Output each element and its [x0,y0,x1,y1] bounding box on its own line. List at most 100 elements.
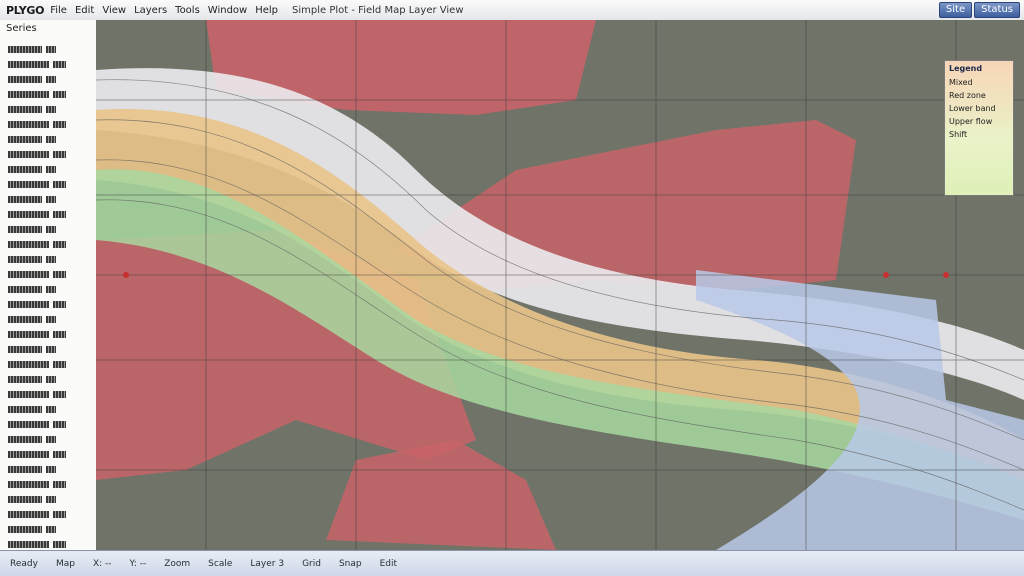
series-label-placeholder [8,46,42,53]
series-row[interactable] [8,434,56,445]
series-label-placeholder [8,271,49,278]
series-row[interactable] [8,164,56,175]
series-row[interactable] [8,209,66,220]
menu-bar: File Edit View Layers Tools Window Help [50,5,278,16]
legend-item: Lower band [949,104,996,113]
series-label-placeholder [8,106,42,113]
menu-edit[interactable]: Edit [75,5,94,16]
series-row[interactable] [8,89,66,100]
menu-tools[interactable]: Tools [175,5,200,16]
series-label-placeholder [8,301,49,308]
series-row[interactable] [8,449,66,460]
series-row[interactable] [8,269,66,280]
menu-layers[interactable]: Layers [134,5,167,16]
status-item: Grid [302,558,321,569]
legend-item: Red zone [949,91,986,100]
series-value-placeholder [53,91,66,98]
series-label-placeholder [8,436,42,443]
series-label-placeholder [8,226,42,233]
series-row[interactable] [8,479,66,490]
series-row[interactable] [8,524,56,535]
series-value-placeholder [46,526,56,533]
series-row[interactable] [8,284,56,295]
series-row[interactable] [8,359,66,370]
series-row[interactable] [8,149,66,160]
series-row[interactable] [8,74,56,85]
series-label-placeholder [8,331,49,338]
series-value-placeholder [46,466,56,473]
series-row[interactable] [8,254,56,265]
series-row[interactable] [8,509,66,520]
title-buttons: Site Status [938,2,1020,18]
series-row[interactable] [8,374,56,385]
series-label-placeholder [8,136,42,143]
site-button[interactable]: Site [938,2,973,18]
status-item: Y: -- [129,558,147,569]
status-button[interactable]: Status [974,2,1020,18]
series-label-placeholder [8,466,42,473]
series-value-placeholder [46,76,56,83]
region-red-bottom [326,440,556,550]
series-value-placeholder [46,196,56,203]
series-value-placeholder [53,541,66,548]
series-row[interactable] [8,104,56,115]
series-value-placeholder [53,301,66,308]
series-label-placeholder [8,316,42,323]
menu-view[interactable]: View [102,5,126,16]
series-label-placeholder [8,61,49,68]
legend-item: Mixed [949,78,973,87]
series-value-placeholder [53,181,66,188]
series-row[interactable] [8,224,56,235]
status-item: Map [55,558,75,569]
series-label-placeholder [8,511,49,518]
series-row[interactable] [8,464,56,475]
series-value-placeholder [53,391,66,398]
series-row[interactable] [8,539,66,550]
status-item: Zoom [164,558,191,569]
series-label-placeholder [8,391,49,398]
series-row[interactable] [8,314,56,325]
series-value-placeholder [46,496,56,503]
series-row[interactable] [8,344,56,355]
status-item: Snap [338,558,362,569]
series-label-placeholder [8,451,49,458]
series-value-placeholder [46,226,56,233]
title-bar: PLYGO File Edit View Layers Tools Window… [0,0,1024,21]
series-value-placeholder [46,286,56,293]
status-bar: Ready Map X: -- Y: -- Zoom Scale Layer 3… [0,550,1024,576]
series-value-placeholder [46,136,56,143]
status-item: Ready [10,558,38,569]
menu-window[interactable]: Window [208,5,247,16]
series-row[interactable] [8,119,66,130]
series-row[interactable] [8,134,56,145]
series-row[interactable] [8,419,66,430]
series-value-placeholder [53,481,66,488]
series-row[interactable] [8,299,66,310]
series-label-placeholder [8,526,42,533]
menu-help[interactable]: Help [255,5,278,16]
series-row[interactable] [8,404,56,415]
series-row[interactable] [8,239,66,250]
map-canvas[interactable] [96,20,1024,550]
menu-file[interactable]: File [50,5,67,16]
series-value-placeholder [53,121,66,128]
series-row[interactable] [8,389,66,400]
series-row[interactable] [8,194,56,205]
series-value-placeholder [53,331,66,338]
series-value-placeholder [53,271,66,278]
series-label-placeholder [8,541,49,548]
series-label-placeholder [8,496,42,503]
series-value-placeholder [46,256,56,263]
series-label-placeholder [8,406,42,413]
series-label-placeholder [8,196,42,203]
map-plot-area[interactable] [96,20,1024,550]
status-item: X: -- [92,558,112,569]
series-row[interactable] [8,494,56,505]
legend-title: Legend [949,64,983,73]
series-row[interactable] [8,59,66,70]
series-label-placeholder [8,151,49,158]
series-label-placeholder [8,76,42,83]
series-row[interactable] [8,44,56,55]
series-row[interactable] [8,329,66,340]
series-row[interactable] [8,179,66,190]
